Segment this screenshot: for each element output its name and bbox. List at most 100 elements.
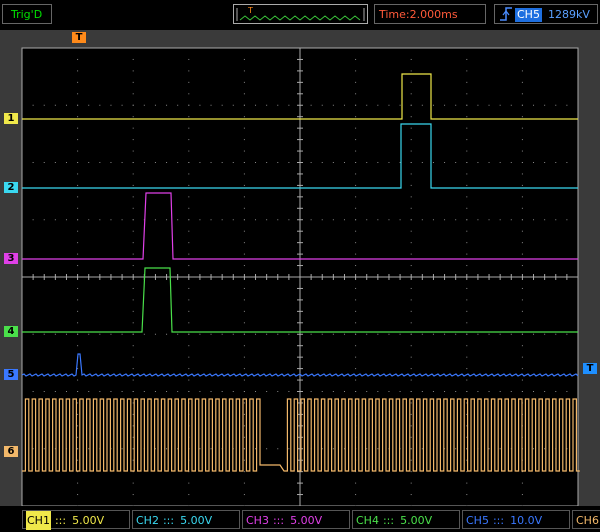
grid-dot	[466, 150, 468, 152]
grid-dot	[410, 196, 412, 198]
grid-dot	[77, 265, 79, 267]
grid-dot	[499, 104, 501, 106]
trigger-level-marker[interactable]: T	[583, 363, 597, 374]
grid-dot	[321, 333, 323, 335]
grid-dot	[132, 242, 134, 244]
ch4-scale-box[interactable]: CH4::: 5.00V	[352, 510, 460, 529]
grid-dot	[332, 391, 334, 392]
grid-dot	[132, 448, 134, 450]
trigger-position-indicator[interactable]: T	[233, 4, 368, 24]
grid-dot	[188, 58, 190, 60]
grid-dot	[355, 81, 357, 83]
grid-dot	[77, 162, 79, 163]
trigger-status: Trig'D	[2, 4, 52, 24]
grid-dot	[355, 322, 357, 324]
ch4-coupling: :::	[382, 514, 395, 527]
grid-dot	[499, 219, 501, 221]
grid-dot	[210, 162, 212, 163]
grid-dot	[243, 482, 245, 484]
grid-dot	[521, 162, 523, 163]
grid-dot	[321, 219, 323, 221]
grid-dot	[277, 391, 279, 392]
grid-dot	[343, 391, 345, 392]
grid-dot	[310, 104, 312, 106]
grid-dot	[410, 413, 412, 415]
grid-dot	[132, 70, 134, 72]
grid-dot	[121, 219, 123, 221]
grid-dot	[243, 150, 245, 152]
grid-dot	[154, 219, 156, 221]
grid-dot	[243, 70, 245, 72]
grid-dot	[444, 333, 446, 335]
grid-dot	[243, 242, 245, 244]
grid-dot	[366, 104, 368, 106]
grid-dot	[355, 482, 357, 484]
grid-dot	[255, 104, 257, 106]
trigger-time-marker[interactable]: T	[72, 32, 86, 43]
ch3-scale-box[interactable]: CH3::: 5.00V	[242, 510, 350, 529]
ch5-scale-box[interactable]: CH5::: 10.0V	[462, 510, 570, 529]
grid-dot	[466, 184, 468, 186]
grid-dot	[566, 219, 568, 221]
grid-dot	[410, 162, 412, 163]
grid-dot	[188, 230, 190, 232]
ch2-scale-box[interactable]: CH2::: 5.00V	[132, 510, 240, 529]
grid-dot	[477, 162, 479, 163]
grid-dot	[132, 207, 134, 209]
grid-dot	[477, 391, 479, 392]
grid-dot	[266, 391, 268, 392]
grid-dot	[77, 425, 79, 427]
grid-dot	[132, 230, 134, 232]
trigger-info[interactable]: CH5 1289kV	[494, 4, 598, 24]
ch1-scale: 5.00V	[72, 514, 105, 527]
grid-dot	[488, 162, 490, 163]
grid-dot	[77, 253, 79, 255]
grid-dot	[54, 219, 56, 221]
timebase-readout[interactable]: Time:2.000ms	[374, 4, 486, 24]
grid-dot	[410, 253, 412, 255]
grid-dot	[444, 104, 446, 106]
grid-dot	[355, 150, 357, 152]
grid-dot	[377, 219, 379, 221]
ch6-marker[interactable]: 6	[4, 446, 18, 457]
grid-dot	[132, 150, 134, 152]
ch3-marker[interactable]: 3	[4, 253, 18, 264]
grid-dot	[199, 333, 201, 335]
grid-dot	[143, 162, 145, 163]
ch1-scale-box[interactable]: CH1::: 5.00V	[22, 510, 130, 530]
ch6-scale-box[interactable]: CH6	[572, 510, 600, 529]
grid-dot	[343, 333, 345, 335]
waveform-display[interactable]: T T 1 2 3 4 5 6	[0, 30, 600, 506]
ch6-label: CH6	[576, 514, 599, 527]
grid-dot	[199, 391, 201, 392]
grid-dot	[488, 219, 490, 221]
grid-dot	[477, 104, 479, 106]
grid-dot	[410, 345, 412, 347]
grid-dot	[466, 139, 468, 141]
grid-dot	[455, 162, 457, 163]
grid-dot	[188, 482, 190, 484]
ch3-scale: 5.00V	[290, 514, 323, 527]
grid-dot	[310, 391, 312, 392]
ch2-marker[interactable]: 2	[4, 182, 18, 193]
ch4-marker[interactable]: 4	[4, 326, 18, 337]
grid-dot	[143, 391, 145, 392]
grid-dot	[243, 58, 245, 60]
grid-dot	[32, 333, 34, 335]
grid-dot	[355, 333, 357, 335]
grid-dot	[243, 322, 245, 324]
grid-dot	[243, 162, 245, 163]
grid-dot	[355, 356, 357, 358]
grid-dot	[54, 391, 56, 392]
grid-dot	[77, 93, 79, 95]
ch1-marker[interactable]: 1	[4, 113, 18, 124]
grid-dot	[132, 494, 134, 496]
grid-dot	[243, 173, 245, 175]
ch5-marker[interactable]: 5	[4, 369, 18, 380]
grid-dot	[54, 162, 56, 163]
grid-dot	[132, 482, 134, 484]
grid-dot	[255, 448, 257, 450]
ch5-label: CH5	[466, 514, 489, 527]
grid-dot	[77, 70, 79, 72]
grid-dot	[355, 368, 357, 370]
